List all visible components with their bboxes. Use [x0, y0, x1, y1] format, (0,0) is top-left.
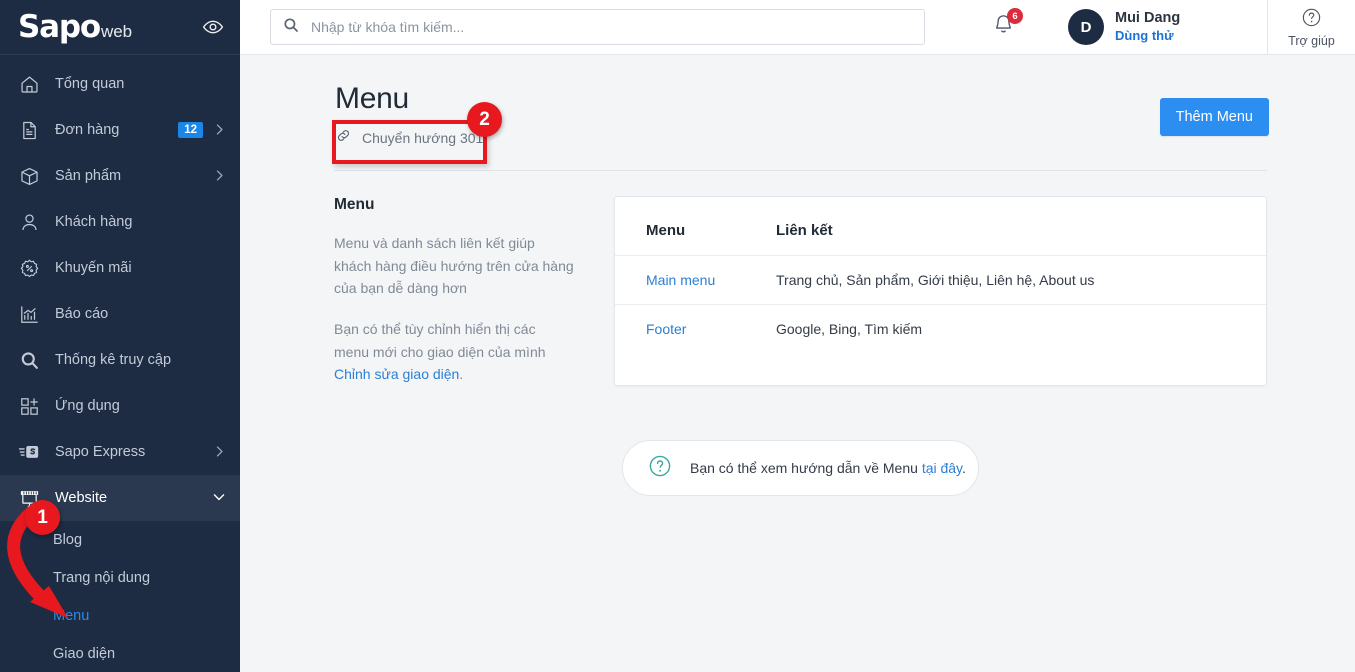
- question-circle-icon: [648, 454, 672, 483]
- sidebar-subitem-trang-noi-dung[interactable]: Trang nội dung: [0, 559, 240, 597]
- annotation-highlight-box: [332, 120, 487, 164]
- content-columns: Menu Menu và danh sách liên kết giúp khá…: [240, 171, 1355, 387]
- search-input[interactable]: [311, 19, 912, 35]
- annotation-badge-1: 1: [25, 500, 60, 535]
- sidebar-item-label: Thống kê truy cập: [55, 352, 172, 368]
- user-icon: [18, 211, 40, 233]
- search-box[interactable]: [270, 9, 925, 45]
- edit-theme-link[interactable]: Chỉnh sửa giao diện: [334, 366, 459, 382]
- notifications-button[interactable]: 6: [990, 8, 1023, 40]
- express-s-icon: [18, 441, 40, 463]
- avatar: D: [1068, 9, 1104, 45]
- sidebar-item-label: Ứng dụng: [55, 398, 120, 414]
- hint-box: Bạn có thể xem hướng dẫn về Menu tại đây…: [622, 440, 979, 496]
- sidebar-item-label: Sản phẩm: [55, 168, 122, 184]
- menu-link-footer[interactable]: Footer: [646, 321, 686, 337]
- logo-text-main: Sapo: [18, 8, 101, 45]
- sidebar-subitem-menu[interactable]: Menu: [0, 597, 240, 635]
- table-header-row: Menu Liên kết: [615, 197, 1266, 256]
- description-paragraph-2-prefix: Bạn có thể tùy chỉnh hiển thị các menu m…: [334, 321, 546, 360]
- magnifier-icon: [18, 349, 40, 371]
- search-icon: [283, 17, 299, 38]
- sidebar-subitem-giao-dien[interactable]: Giao diện: [0, 635, 240, 672]
- hint-text: Bạn có thể xem hướng dẫn về Menu tại đây…: [690, 460, 966, 476]
- hint-text-suffix: .: [962, 460, 966, 476]
- menu-link-main-menu[interactable]: Main menu: [646, 272, 715, 288]
- document-icon: [18, 119, 40, 141]
- question-circle-icon: [1301, 7, 1322, 33]
- help-label: Trợ giúp: [1288, 33, 1335, 48]
- sidebar-subitem-label: Blog: [53, 532, 83, 548]
- logo-text-sub: web: [100, 21, 133, 41]
- description-heading: Menu: [334, 196, 375, 213]
- chevron-right-icon: [213, 445, 226, 460]
- sidebar-item-label: Website: [55, 490, 108, 506]
- sidebar-item-label: Báo cáo: [55, 306, 109, 322]
- chevron-right-icon: [213, 123, 226, 138]
- chevron-down-icon: [212, 490, 226, 506]
- sidebar-item-tong-quan[interactable]: Tổng quan: [0, 61, 240, 107]
- table-header-links: Liên kết: [745, 197, 1266, 256]
- help-button[interactable]: Trợ giúp: [1267, 0, 1355, 55]
- eye-icon[interactable]: [202, 16, 224, 38]
- sidebar-subitem-label: Trang nội dung: [53, 570, 151, 586]
- annotation-badge-2: 2: [467, 102, 502, 137]
- user-plan-label: Dùng thử: [1115, 27, 1174, 43]
- description-paragraph-1: Menu và danh sách liên kết giúp khách hà…: [334, 235, 574, 297]
- sidebar-subitem-label: Giao diện: [53, 646, 116, 662]
- table-cell-menu-name: Main menu: [615, 255, 745, 305]
- description-paragraph-2: Bạn có thể tùy chỉnh hiển thị các menu m…: [334, 318, 574, 386]
- user-info: Mui Dang Dùng thử: [1115, 9, 1180, 45]
- user-name: Mui Dang: [1115, 10, 1181, 27]
- sidebar-item-don-hang[interactable]: Đơn hàng 12: [0, 107, 240, 153]
- sidebar-item-thong-ke-truy-cap[interactable]: Thống kê truy cập: [0, 337, 240, 383]
- logo[interactable]: Sapo web: [18, 8, 202, 45]
- top-bar: 6 D Mui Dang Dùng thử Trợ giúp: [240, 0, 1355, 55]
- sidebar-badge-orders: 12: [178, 122, 203, 138]
- sidebar: Sapo web Tổng quan Đơn hàng 12 Sản phẩm …: [0, 0, 240, 672]
- menu-table: Menu Liên kết Main menu Trang chủ, Sản p…: [615, 197, 1266, 353]
- brand-header: Sapo web: [0, 0, 240, 55]
- sidebar-item-sapo-express[interactable]: Sapo Express: [0, 429, 240, 475]
- sidebar-subitem-label: Menu: [53, 608, 90, 624]
- bar-chart-icon: [18, 303, 40, 325]
- notification-count-badge: 6: [1007, 8, 1023, 24]
- chevron-right-icon: [213, 169, 226, 184]
- table-cell-links: Google, Bing, Tìm kiếm: [776, 321, 923, 337]
- sidebar-item-khuyen-mai[interactable]: Khuyến mãi: [0, 245, 240, 291]
- description-column: Menu Menu và danh sách liên kết giúp khá…: [334, 196, 614, 386]
- menu-table-card: Menu Liên kết Main menu Trang chủ, Sản p…: [614, 196, 1267, 387]
- sidebar-item-label: Sapo Express: [55, 444, 146, 460]
- table-row[interactable]: Main menu Trang chủ, Sản phẩm, Giới thiệ…: [615, 255, 1266, 305]
- sidebar-item-ung-dung[interactable]: Ứng dụng: [0, 383, 240, 429]
- sidebar-item-san-pham[interactable]: Sản phẩm: [0, 153, 240, 199]
- home-icon: [18, 73, 40, 95]
- hint-text-prefix: Bạn có thể xem hướng dẫn về Menu: [690, 460, 922, 476]
- apps-add-icon: [18, 395, 40, 417]
- box-icon: [18, 165, 40, 187]
- description-paragraph-2-suffix: .: [459, 366, 464, 383]
- sidebar-item-label: Đơn hàng: [55, 122, 120, 138]
- sidebar-item-label: Khách hàng: [55, 214, 133, 230]
- table-cell-menu-name: Footer: [615, 305, 745, 354]
- percent-badge-icon: [18, 257, 40, 279]
- table-header-menu: Menu: [615, 197, 745, 256]
- add-menu-button[interactable]: Thêm Menu: [1159, 98, 1269, 136]
- table-cell-links: Trang chủ, Sản phẩm, Giới thiệu, Liên hệ…: [745, 255, 1266, 305]
- table-row[interactable]: Footer Google, Bing, Tìm kiếm: [615, 305, 1266, 354]
- sidebar-item-khach-hang[interactable]: Khách hàng: [0, 199, 240, 245]
- sidebar-item-label: Khuyến mãi: [55, 260, 132, 276]
- sidebar-item-bao-cao[interactable]: Báo cáo: [0, 291, 240, 337]
- sidebar-item-label: Tổng quan: [55, 76, 125, 92]
- hint-guide-link[interactable]: tại đây: [922, 460, 962, 476]
- user-menu[interactable]: D Mui Dang Dùng thử: [1068, 9, 1180, 45]
- sidebar-nav: Tổng quan Đơn hàng 12 Sản phẩm Khách hàn…: [0, 55, 240, 672]
